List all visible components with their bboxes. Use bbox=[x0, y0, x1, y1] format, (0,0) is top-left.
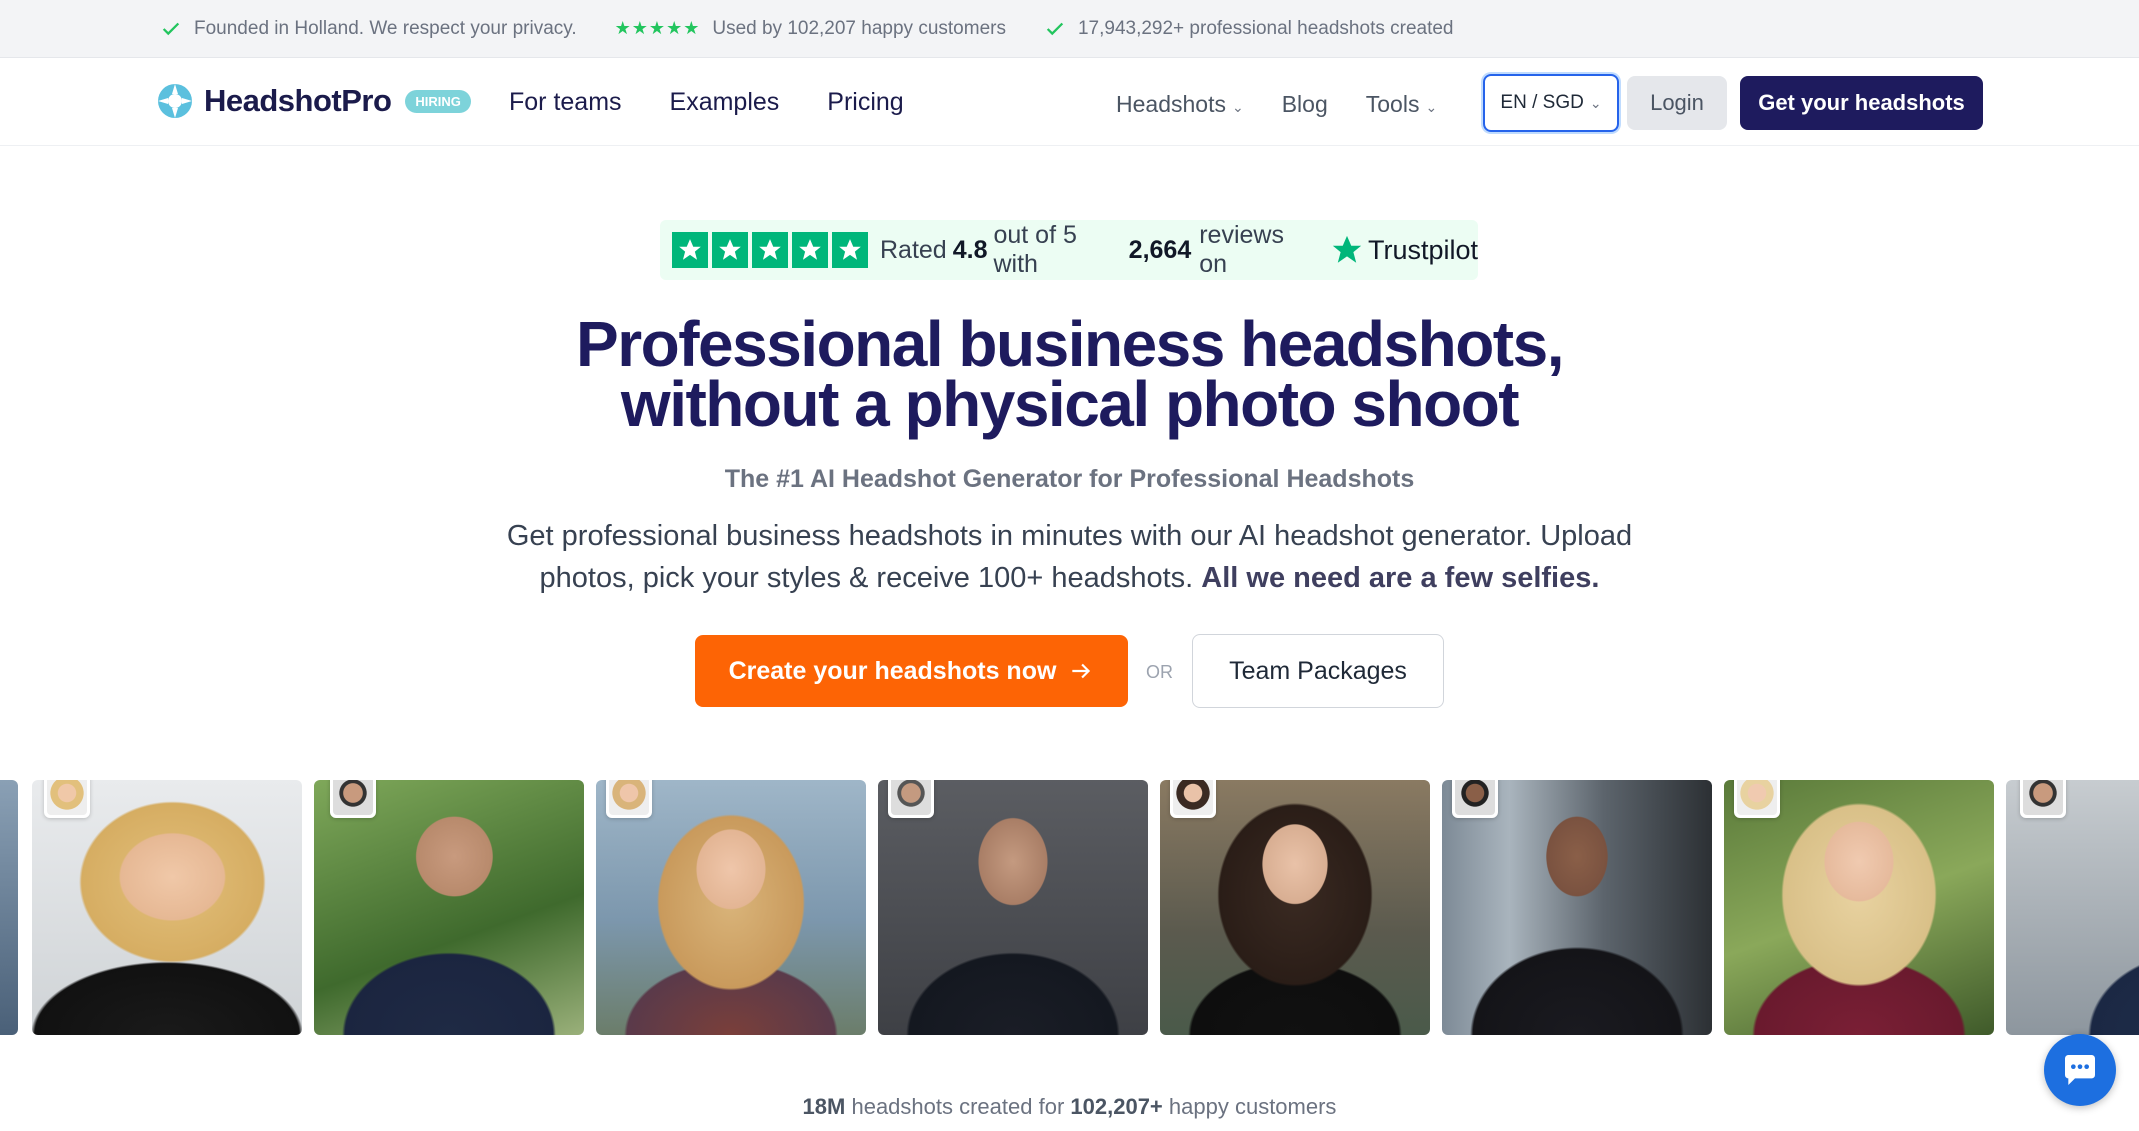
title-line-2: without a physical photo shoot bbox=[620, 368, 1520, 440]
nav-headshots[interactable]: Headshots ⌄ bbox=[1116, 91, 1244, 118]
navbar: HeadshotPro HIRING For teams Examples Pr… bbox=[0, 58, 2139, 146]
headshot-example-image bbox=[878, 780, 1148, 1035]
login-button[interactable]: Login bbox=[1627, 76, 1727, 130]
privacy-text: Founded in Holland. We respect your priv… bbox=[194, 17, 577, 39]
title-line-1: Professional business headshots, bbox=[576, 308, 1564, 380]
logo-text: HeadshotPro bbox=[204, 83, 392, 118]
description-bold: All we need are a few selfies. bbox=[1201, 562, 1600, 594]
nav-for-teams[interactable]: For teams bbox=[509, 88, 622, 117]
logo-icon bbox=[158, 84, 192, 118]
headshot-example-image bbox=[596, 780, 866, 1035]
nav-pricing[interactable]: Pricing bbox=[827, 88, 903, 117]
rating-value: 4.8 bbox=[952, 235, 988, 264]
headshot-example-image bbox=[32, 780, 302, 1035]
nav-examples[interactable]: Examples bbox=[670, 88, 780, 117]
rating-suffix: reviews on bbox=[1199, 221, 1284, 278]
nav-tools[interactable]: Tools ⌄ bbox=[1366, 91, 1437, 118]
source-selfie-thumbnail bbox=[44, 780, 90, 818]
headshot-example-image bbox=[1442, 780, 1712, 1035]
headshot-example-image bbox=[1160, 780, 1430, 1035]
logo[interactable]: HeadshotPro HIRING bbox=[156, 82, 471, 120]
or-separator: OR bbox=[1146, 662, 1173, 682]
nav-tools-label: Tools bbox=[1365, 91, 1420, 117]
trustpilot-star-icon bbox=[1332, 235, 1362, 263]
chat-bubble-icon bbox=[2065, 1055, 2095, 1085]
announcement-bar: Founded in Holland. We respect your priv… bbox=[0, 0, 2139, 58]
star-icon bbox=[752, 232, 788, 268]
subheading: The #1 AI Headshot Generator for Profess… bbox=[724, 465, 1415, 493]
headshot-example-image bbox=[314, 780, 584, 1035]
get-headshots-button[interactable]: Get your headshots bbox=[1740, 76, 1983, 130]
page-title: Professional business headshots, without… bbox=[0, 308, 2139, 440]
headshot-example-image bbox=[1724, 780, 1994, 1035]
language-currency-select[interactable]: EN / SGD ⌄ bbox=[1483, 74, 1619, 132]
star-rating-icon: ★★★★★ bbox=[614, 18, 701, 38]
star-icon bbox=[712, 232, 748, 268]
create-headshots-label: Create your headshots now bbox=[728, 656, 1057, 685]
trustpilot-logo: Trustpilot bbox=[1330, 233, 1478, 267]
source-selfie-thumbnail bbox=[606, 780, 652, 818]
trustpilot-brand: Trustpilot bbox=[1367, 234, 1478, 265]
source-selfie-thumbnail bbox=[1452, 780, 1498, 818]
source-selfie-thumbnail bbox=[2020, 780, 2066, 818]
usage-stats: 18M headshots created for 102,207+ happy… bbox=[0, 1094, 2139, 1120]
star-icon bbox=[672, 232, 708, 268]
source-selfie-thumbnail bbox=[330, 780, 376, 818]
headshot-example-image bbox=[0, 780, 18, 1035]
create-headshots-button[interactable]: Create your headshots now bbox=[695, 635, 1128, 707]
headshot-example-image bbox=[2006, 780, 2139, 1035]
star-icon bbox=[792, 232, 828, 268]
trustpilot-rating[interactable]: Rated 4.8 out of 5 with 2,664 reviews on… bbox=[660, 220, 1478, 280]
chevron-down-icon: ⌄ bbox=[1589, 94, 1602, 111]
nav-blog[interactable]: Blog bbox=[1282, 91, 1328, 118]
rating-prefix: Rated bbox=[880, 235, 947, 264]
stats-suffix: happy customers bbox=[1168, 1094, 1337, 1119]
customers-text: Used by 102,207 happy customers bbox=[712, 17, 1006, 39]
privacy-notice: Founded in Holland. We respect your priv… bbox=[160, 18, 577, 40]
source-selfie-thumbnail bbox=[1170, 780, 1216, 818]
description: Get professional business headshots in m… bbox=[500, 515, 1639, 599]
source-selfie-thumbnail bbox=[1734, 780, 1780, 818]
check-icon bbox=[1046, 22, 1064, 35]
check-icon bbox=[162, 22, 180, 35]
team-packages-button[interactable]: Team Packages bbox=[1192, 634, 1444, 708]
nav-headshots-label: Headshots bbox=[1116, 91, 1226, 117]
headshots-count: 18M bbox=[802, 1094, 846, 1119]
chevron-down-icon: ⌄ bbox=[1231, 99, 1244, 115]
trustpilot-stars bbox=[672, 232, 868, 268]
review-count: 2,664 bbox=[1128, 235, 1192, 264]
hiring-badge[interactable]: HIRING bbox=[405, 89, 471, 113]
primary-nav: For teams Examples Pricing bbox=[509, 88, 904, 117]
star-icon bbox=[832, 232, 868, 268]
customers-notice: ★★★★★ Used by 102,207 happy customers bbox=[615, 18, 1006, 40]
stats-mid: headshots created for bbox=[851, 1094, 1065, 1119]
customers-count: 102,207+ bbox=[1070, 1094, 1163, 1119]
headshot-examples-strip bbox=[0, 780, 2139, 1035]
language-label: EN / SGD bbox=[1500, 92, 1584, 113]
secondary-nav: Headshots ⌄ Blog Tools ⌄ bbox=[1116, 91, 1437, 118]
chat-launcher-button[interactable] bbox=[2044, 1034, 2116, 1106]
source-selfie-thumbnail bbox=[888, 780, 934, 818]
chevron-down-icon: ⌄ bbox=[1425, 99, 1438, 115]
created-notice: 17,943,292+ professional headshots creat… bbox=[1044, 18, 1454, 40]
rating-mid: out of 5 with bbox=[993, 221, 1077, 278]
arrow-right-icon bbox=[1072, 663, 1091, 679]
created-text: 17,943,292+ professional headshots creat… bbox=[1077, 17, 1454, 39]
